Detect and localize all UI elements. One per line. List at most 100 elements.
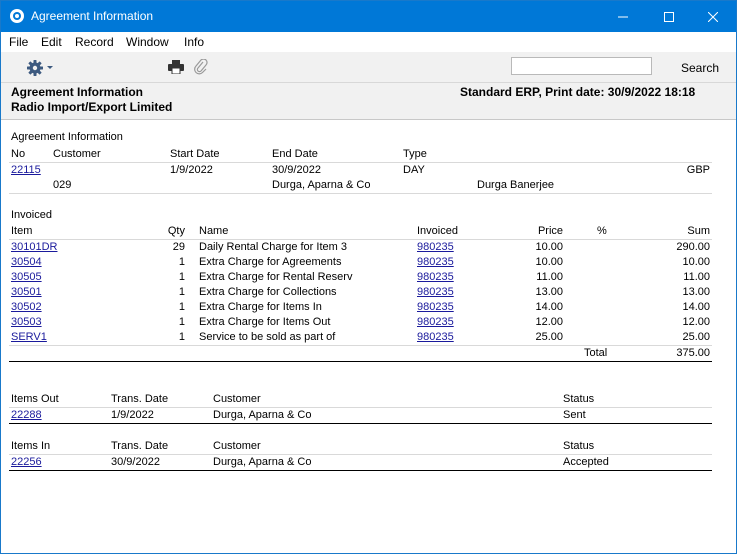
maximize-icon	[664, 11, 674, 22]
maximize-button[interactable]	[646, 1, 692, 32]
divider	[9, 470, 712, 471]
app-icon	[10, 9, 24, 23]
items-in-status: Accepted	[563, 456, 609, 468]
agreement-start-date: 1/9/2022	[170, 164, 213, 176]
menu-file[interactable]: File	[9, 35, 28, 49]
item-name: Extra Charge for Agreements	[199, 256, 342, 268]
col-header-customer: Customer	[213, 393, 261, 405]
title-bar: Agreement Information	[1, 1, 736, 32]
item-code-link[interactable]: 30503	[11, 316, 42, 328]
total-label: Total	[584, 347, 608, 359]
agreement-section-title: Agreement Information	[11, 131, 123, 143]
invoice-number-link[interactable]: 980235	[417, 301, 454, 313]
attachment-button[interactable]	[194, 58, 208, 78]
item-qty: 1	[178, 316, 185, 328]
item-code-link[interactable]: 30502	[11, 301, 42, 313]
item-sum: 14.00	[682, 301, 710, 313]
col-header-customer: Customer	[213, 440, 261, 452]
search-input[interactable]	[511, 57, 652, 75]
item-qty: 1	[178, 301, 185, 313]
item-code-link[interactable]: 30501	[11, 286, 42, 298]
item-sum: 13.00	[682, 286, 710, 298]
search-button[interactable]: Search	[681, 61, 719, 75]
items-in-customer: Durga, Aparna & Co	[213, 456, 312, 468]
gear-icon	[27, 60, 53, 76]
agreement-currency: GBP	[686, 164, 710, 176]
item-qty: 1	[178, 331, 185, 343]
item-name: Service to be sold as part of	[199, 331, 336, 343]
col-header-no: No	[11, 148, 26, 160]
item-qty: 29	[172, 241, 185, 253]
items-in-number-link[interactable]: 22256	[11, 456, 42, 468]
col-header-invoiced: Invoiced	[417, 225, 458, 237]
item-name: Extra Charge for Collections	[199, 286, 337, 298]
col-header-start-date: Start Date	[170, 148, 220, 160]
menu-info[interactable]: Info	[184, 35, 204, 49]
col-header-status: Status	[563, 440, 595, 452]
minimize-button[interactable]	[600, 1, 646, 32]
print-button[interactable]	[168, 60, 184, 77]
invoice-number-link[interactable]: 980235	[417, 331, 454, 343]
item-price: 13.00	[535, 286, 563, 298]
agreement-end-date: 30/9/2022	[272, 164, 321, 176]
agreement-type: DAY	[403, 164, 425, 176]
operations-menu-button[interactable]	[26, 59, 56, 80]
item-code-link[interactable]: 30504	[11, 256, 42, 268]
menu-window[interactable]: Window	[126, 35, 169, 49]
col-header-items-in: Items In	[11, 440, 51, 452]
item-sum: 12.00	[682, 316, 710, 328]
window-title: Agreement Information	[31, 9, 154, 23]
divider	[9, 454, 712, 455]
invoice-number-link[interactable]: 980235	[417, 271, 454, 283]
invoice-number-link[interactable]: 980235	[417, 256, 454, 268]
item-name: Extra Charge for Items Out	[199, 316, 331, 328]
item-code-link[interactable]: SERV1	[11, 331, 47, 343]
close-icon	[708, 11, 718, 22]
item-name: Daily Rental Charge for Item 3	[199, 241, 347, 253]
item-qty: 1	[178, 286, 185, 298]
item-sum: 290.00	[676, 241, 710, 253]
divider	[9, 361, 712, 362]
items-out-date: 1/9/2022	[111, 409, 154, 421]
divider	[9, 193, 712, 194]
items-out-number-link[interactable]: 22288	[11, 409, 42, 421]
col-header-trans-date: Trans. Date	[111, 440, 169, 452]
print-info: Standard ERP, Print date: 30/9/2022 18:1…	[460, 85, 696, 99]
item-price: 11.00	[536, 271, 563, 283]
items-out-customer: Durga, Aparna & Co	[213, 409, 312, 421]
report-content: Agreement Information No Customer Start …	[1, 121, 736, 553]
invoice-number-link[interactable]: 980235	[417, 286, 454, 298]
item-sum: 10.00	[682, 256, 710, 268]
col-header-percent: %	[597, 225, 607, 237]
item-price: 14.00	[535, 301, 563, 313]
invoice-number-link[interactable]: 980235	[417, 241, 454, 253]
item-price: 12.00	[535, 316, 563, 328]
item-code-link[interactable]: 30505	[11, 271, 42, 283]
paperclip-icon	[194, 58, 208, 75]
col-header-status: Status	[563, 393, 595, 405]
item-price: 25.00	[535, 331, 563, 343]
col-header-name: Name	[199, 225, 229, 237]
items-out-status: Sent	[563, 409, 586, 421]
close-button[interactable]	[690, 1, 736, 32]
item-qty: 1	[178, 271, 185, 283]
total-value: 375.00	[676, 347, 710, 359]
customer-code: 029	[53, 179, 72, 191]
menu-bar: File Edit Record Window Info	[1, 32, 736, 52]
toolbar: Search	[1, 52, 736, 83]
divider	[9, 345, 712, 346]
invoice-number-link[interactable]: 980235	[417, 316, 454, 328]
item-qty: 1	[178, 256, 185, 268]
item-price: 10.00	[535, 256, 563, 268]
divider	[9, 239, 712, 240]
col-header-trans-date: Trans. Date	[111, 393, 169, 405]
menu-edit[interactable]: Edit	[41, 35, 62, 49]
divider	[9, 162, 712, 163]
menu-record[interactable]: Record	[75, 35, 114, 49]
item-code-link[interactable]: 30101DR	[11, 241, 57, 253]
col-header-item: Item	[11, 225, 33, 237]
item-sum: 25.00	[682, 331, 710, 343]
agreement-number-link[interactable]: 22115	[11, 164, 41, 176]
report-header: Agreement Information Radio Import/Expor…	[1, 83, 736, 120]
minimize-icon	[618, 16, 628, 17]
